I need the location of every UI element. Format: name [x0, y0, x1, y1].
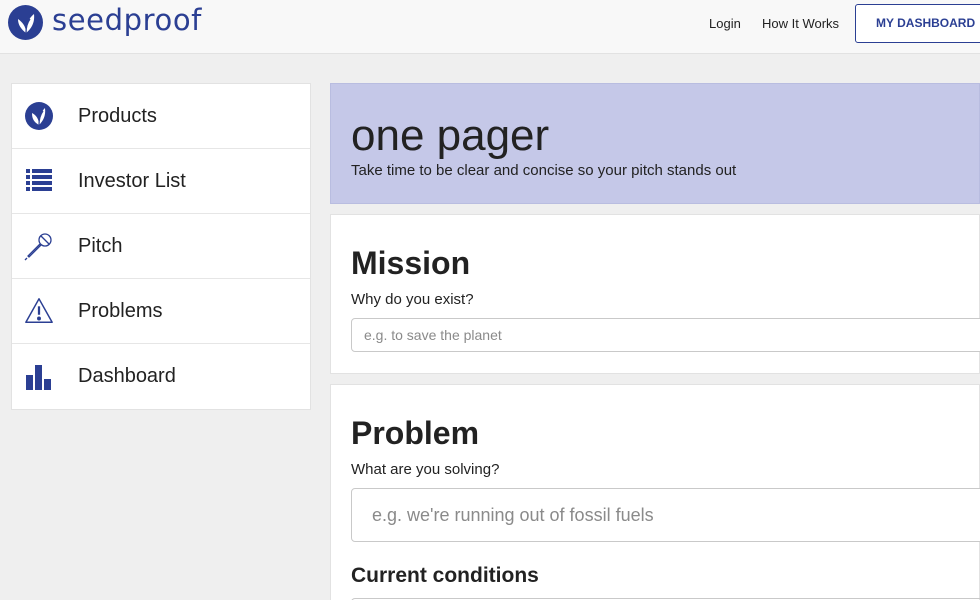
bar-chart-icon — [24, 361, 54, 393]
sidebar-item-label: Problems — [78, 299, 163, 322]
mission-question: Why do you exist? — [351, 291, 474, 308]
sidebar-item-label: Pitch — [78, 234, 123, 257]
problem-input[interactable] — [351, 488, 980, 542]
sidebar-item-label: Dashboard — [78, 365, 176, 387]
sidebar-item-label: Investor List — [78, 169, 186, 192]
list-icon — [24, 165, 54, 197]
logo[interactable]: seedproof — [8, 5, 202, 40]
sidebar: Products Investor List Pitch Problems Da… — [11, 83, 311, 410]
login-link[interactable]: Login — [709, 16, 741, 31]
seedproof-logo-icon — [8, 5, 43, 40]
problem-question: What are you solving? — [351, 461, 500, 478]
problem-heading: Problem — [351, 415, 480, 451]
how-it-works-link[interactable]: How It Works — [762, 16, 839, 31]
leaf-icon — [24, 100, 54, 132]
mission-card: Mission Why do you exist? — [330, 214, 980, 374]
mission-heading: Mission — [351, 245, 471, 281]
current-conditions-heading: Current conditions — [351, 564, 539, 587]
page-subtitle: Take time to be clear and concise so you… — [351, 162, 737, 179]
page-banner: one pager Take time to be clear and conc… — [330, 83, 980, 204]
my-dashboard-button[interactable]: MY DASHBOARD — [855, 4, 980, 43]
sidebar-item-problems[interactable]: Problems — [12, 279, 310, 344]
microphone-icon — [24, 230, 54, 262]
sidebar-item-dashboard[interactable]: Dashboard — [12, 344, 310, 409]
page-title: one pager — [351, 111, 550, 160]
mission-input[interactable] — [351, 318, 980, 352]
sidebar-item-investor-list[interactable]: Investor List — [12, 149, 310, 214]
main-content: one pager Take time to be clear and conc… — [330, 83, 980, 600]
sidebar-item-pitch[interactable]: Pitch — [12, 214, 310, 279]
sidebar-item-products[interactable]: Products — [12, 84, 310, 149]
problem-card: Problem What are you solving? Current co… — [330, 384, 980, 600]
sidebar-item-label: Products — [78, 104, 157, 127]
logo-text: seedproof — [52, 3, 202, 37]
warning-icon — [24, 295, 54, 327]
top-nav-bar: seedproof Login How It Works MY DASHBOAR… — [0, 0, 980, 54]
